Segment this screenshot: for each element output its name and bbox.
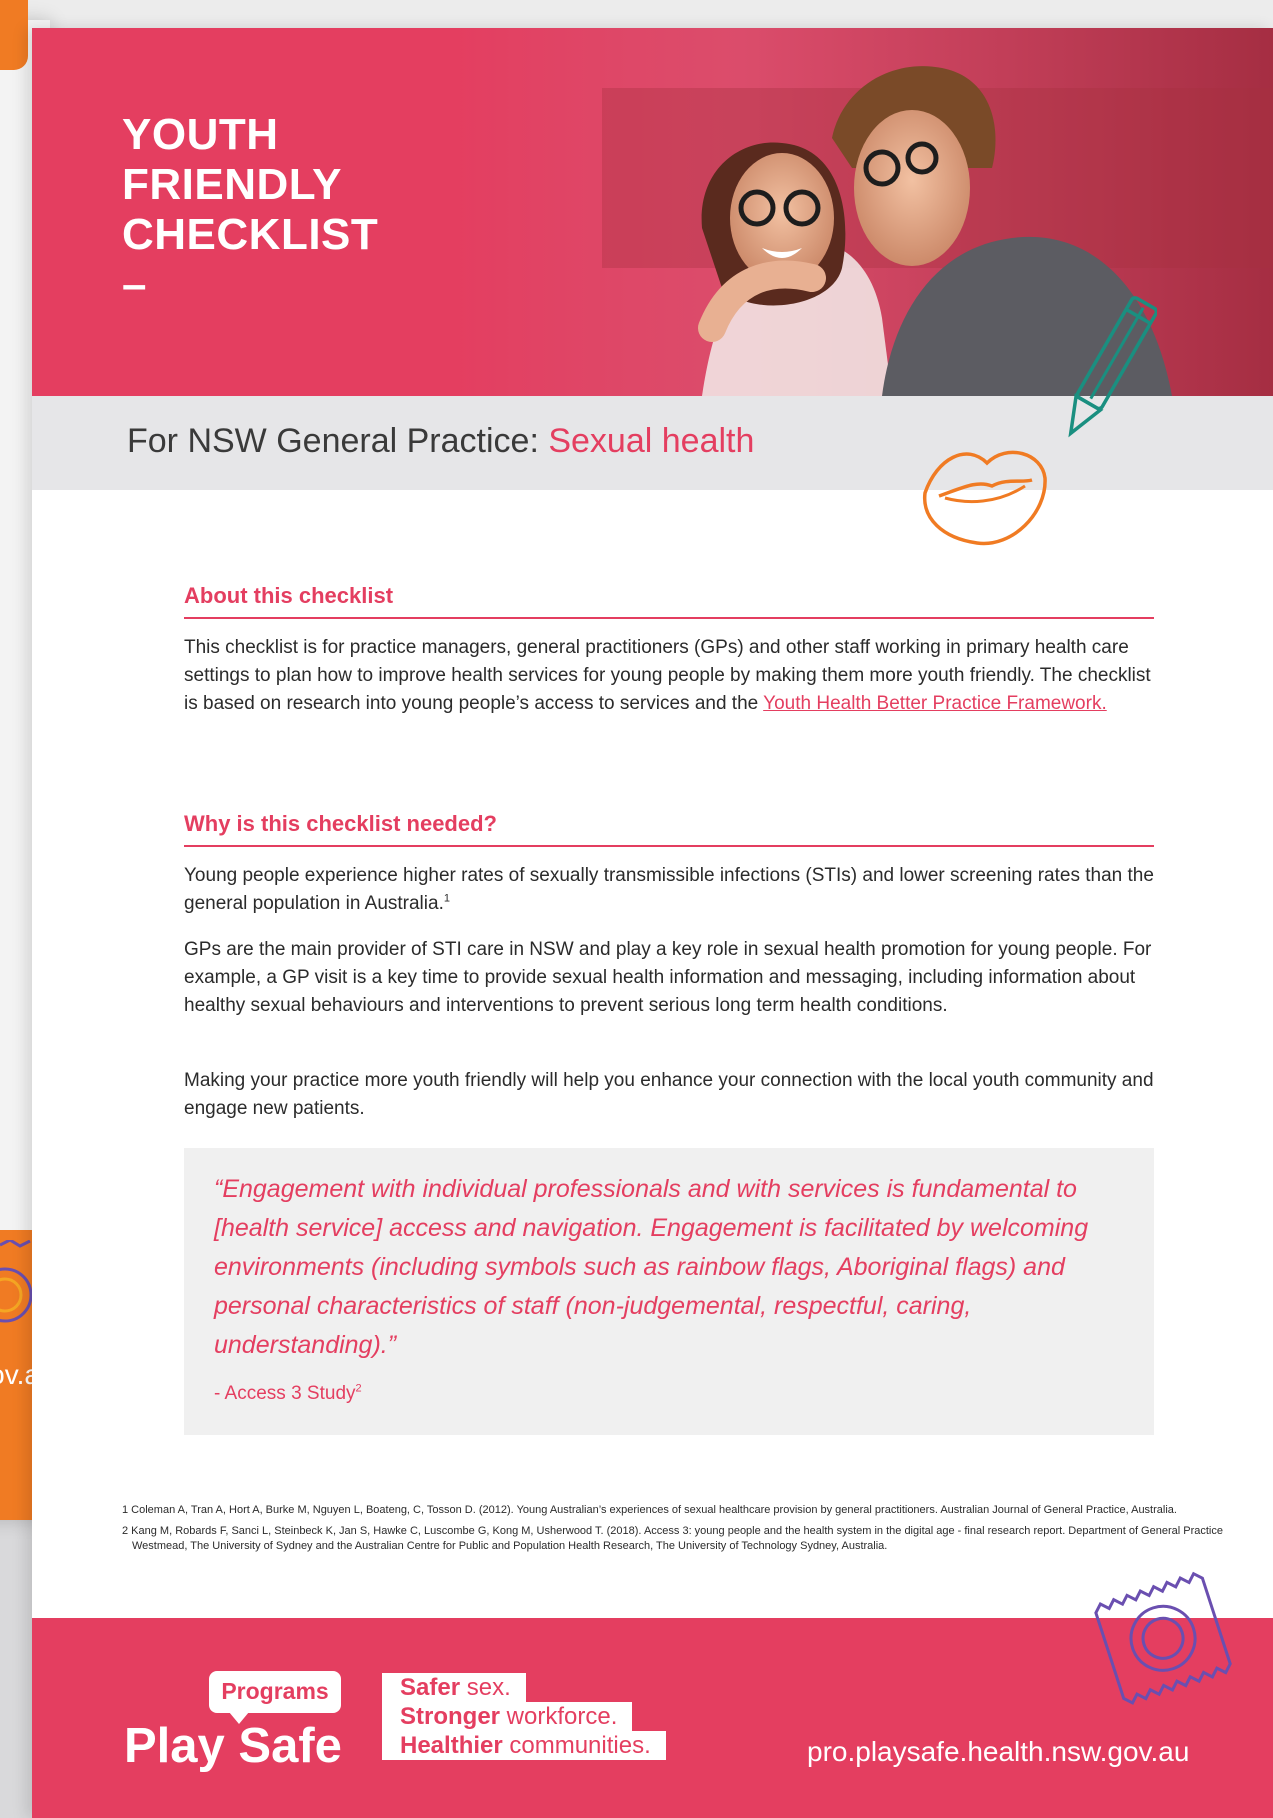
citation-text: - Access 3 Study [214,1383,356,1404]
website-link[interactable]: pro.playsafe.health.nsw.gov.au [807,1736,1189,1768]
logo-programs-tab: Programs [209,1671,341,1724]
logo-play-safe: Play Safe [124,1719,342,1773]
checklist-page: YOUTH FRIENDLY CHECKLIST – For NSW Gener… [32,28,1273,1818]
tagline-light: workforce. [500,1703,618,1730]
title-line: CHECKLIST [122,210,379,259]
footnote-ref: 2 [355,1382,362,1395]
framework-link[interactable]: Youth Health Better Practice Framework. [763,693,1107,714]
tagline-bold: Healthier [400,1732,503,1759]
why-paragraph-3: Making your practice more youth friendly… [184,1070,1154,1119]
background-orange-card [0,0,28,70]
why-paragraph-1: Young people experience higher rates of … [184,862,1159,918]
footnotes: 1 Coleman A, Tran A, Hort A, Burke M, Ng… [122,1503,1232,1560]
section-heading-about: About this checklist [184,583,1154,619]
tagline-bold: Stronger [400,1703,501,1730]
quote-box: “Engagement with individual professional… [184,1148,1154,1435]
page-subtitle: For NSW General Practice: Sexual health [127,422,754,461]
about-paragraph: This checklist is for practice managers,… [184,634,1159,718]
section-heading-why: Why is this checklist needed? [184,811,1154,847]
pencil-doodle-icon [1068,296,1157,438]
subtitle-accent: Sexual health [548,422,755,460]
why-paragraph-2: GPs are the main provider of STI care in… [184,939,1152,1016]
tagline-bold: Safer [400,1674,461,1701]
tagline-light: communities. [502,1732,651,1759]
tagline-line: Safer sex. [382,1673,526,1702]
quote-citation: - Access 3 Study2 [214,1383,362,1405]
condom-doodle-icon [1094,1571,1232,1705]
tagline-line: Healthier communities. [382,1731,666,1760]
why-text-1: Young people experience higher rates of … [184,865,1154,914]
tagline-line: Stronger workforce. [382,1702,633,1731]
footnote-ref: 1 [443,892,450,905]
page-title: YOUTH FRIENDLY CHECKLIST – [122,110,378,310]
tagline-light: sex. [460,1674,511,1701]
footer-bar: Programs Play Safe Safer sex. Stronger w… [32,1571,1273,1818]
title-line: YOUTH [122,110,279,159]
tagline: Safer sex. Stronger workforce. Healthier… [382,1673,666,1760]
condom-sticker-icon [0,1240,33,1323]
title-dash: – [122,260,147,309]
footnote-item: 2 Kang M, Robards F, Sanci L, Steinbeck … [122,1525,1223,1552]
quote-text: “Engagement with individual professional… [214,1175,1089,1359]
subtitle-prefix: For NSW General Practice: [127,422,549,460]
footnote-item: 1 Coleman A, Tran A, Hort A, Burke M, Ng… [122,1504,1177,1516]
lips-doodle-icon [923,450,1047,546]
background-top-strip [0,0,1273,28]
title-line: FRIENDLY [122,160,342,209]
